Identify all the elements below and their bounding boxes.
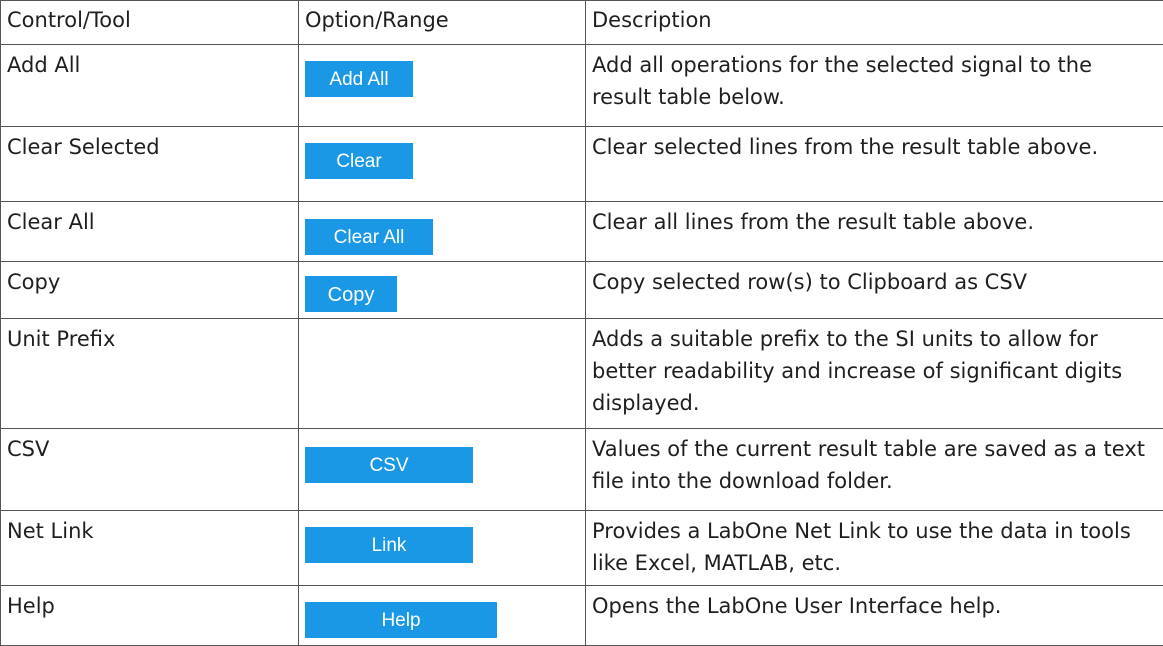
- link-button[interactable]: Link: [305, 527, 473, 563]
- table-row: Unit Prefix Adds a suitable prefix to th…: [1, 319, 1163, 429]
- option-cell: Copy: [299, 262, 586, 319]
- option-cell: Clear: [299, 127, 586, 202]
- table-row: Net Link Link Provides a LabOne Net Link…: [1, 511, 1163, 586]
- control-description: Clear all lines from the result table ab…: [586, 202, 1163, 262]
- table-row: Clear All Clear All Clear all lines from…: [1, 202, 1163, 262]
- table-row: CSV CSV Values of the current result tab…: [1, 429, 1163, 511]
- controls-table: Control/Tool Option/Range Description Ad…: [0, 0, 1163, 646]
- help-button[interactable]: Help: [305, 602, 497, 638]
- header-description: Description: [586, 1, 1163, 45]
- control-name: CSV: [1, 429, 299, 511]
- table-row: Add All Add All Add all operations for t…: [1, 45, 1163, 127]
- option-cell: Link: [299, 511, 586, 586]
- control-description: Provides a LabOne Net Link to use the da…: [586, 511, 1163, 586]
- control-name: Unit Prefix: [1, 319, 299, 429]
- control-name: Add All: [1, 45, 299, 127]
- header-control: Control/Tool: [1, 1, 299, 45]
- option-cell: Clear All: [299, 202, 586, 262]
- control-description: Adds a suitable prefix to the SI units t…: [586, 319, 1163, 429]
- control-description: Clear selected lines from the result tab…: [586, 127, 1163, 202]
- header-option: Option/Range: [299, 1, 586, 45]
- control-name: Clear Selected: [1, 127, 299, 202]
- control-description: Add all operations for the selected sign…: [586, 45, 1163, 127]
- control-name: Copy: [1, 262, 299, 319]
- table-row: Copy Copy Copy selected row(s) to Clipbo…: [1, 262, 1163, 319]
- csv-button[interactable]: CSV: [305, 447, 473, 483]
- control-description: Opens the LabOne User Interface help.: [586, 586, 1163, 646]
- table-row: Help Help Opens the LabOne User Interfac…: [1, 586, 1163, 646]
- option-cell: CSV: [299, 429, 586, 511]
- add-all-button[interactable]: Add All: [305, 61, 413, 97]
- option-cell: [299, 319, 586, 429]
- option-cell: Add All: [299, 45, 586, 127]
- control-name: Net Link: [1, 511, 299, 586]
- copy-button[interactable]: Copy: [305, 276, 397, 312]
- clear-all-button[interactable]: Clear All: [305, 219, 433, 255]
- control-name: Clear All: [1, 202, 299, 262]
- clear-button[interactable]: Clear: [305, 143, 413, 179]
- control-name: Help: [1, 586, 299, 646]
- control-description: Copy selected row(s) to Clipboard as CSV: [586, 262, 1163, 319]
- option-cell: Help: [299, 586, 586, 646]
- control-description: Values of the current result table are s…: [586, 429, 1163, 511]
- table-header-row: Control/Tool Option/Range Description: [1, 1, 1163, 45]
- table-row: Clear Selected Clear Clear selected line…: [1, 127, 1163, 202]
